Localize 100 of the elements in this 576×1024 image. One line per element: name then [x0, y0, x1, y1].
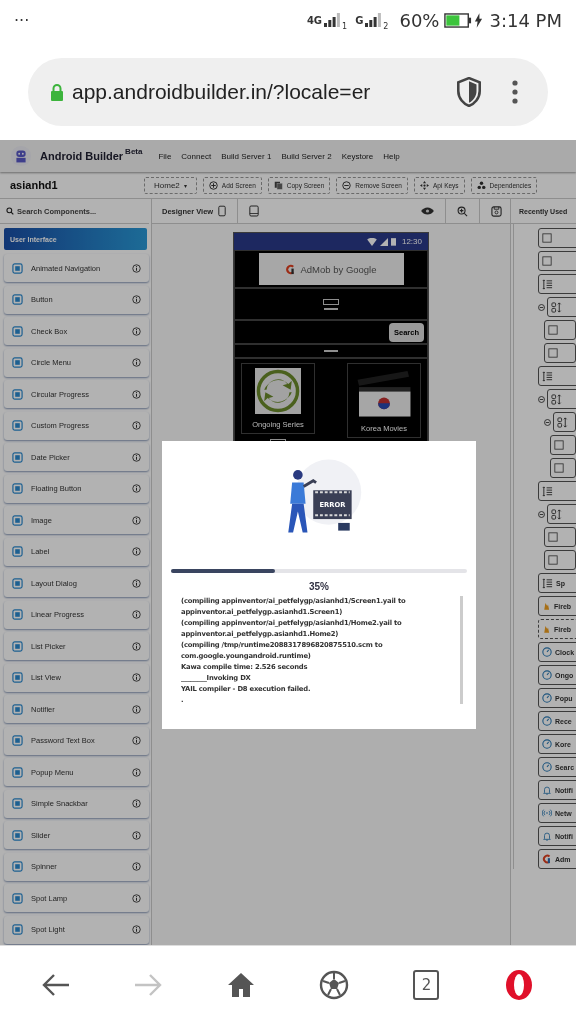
info-icon[interactable]: [132, 830, 141, 840]
info-icon[interactable]: [132, 673, 141, 682]
collapse-icon[interactable]: [538, 303, 545, 311]
table-icon: [551, 508, 562, 520]
box-icon: [548, 555, 558, 565]
info-icon[interactable]: [132, 484, 141, 493]
address-bar[interactable]: app.androidbuilder.in/?locale=er: [28, 58, 548, 126]
info-icon[interactable]: [132, 421, 141, 430]
component-icon: [12, 262, 23, 274]
menu-item[interactable]: Connect: [181, 151, 212, 161]
info-icon[interactable]: [132, 452, 141, 462]
info-icon[interactable]: [132, 893, 141, 903]
battery-icon: [390, 237, 396, 246]
opera-button[interactable]: [503, 969, 534, 1001]
charging-icon: [474, 12, 484, 28]
info-icon[interactable]: [132, 736, 141, 745]
collapse-icon[interactable]: [544, 418, 551, 426]
tablet-icon[interactable]: [249, 205, 260, 217]
menu-item[interactable]: Build Server 2: [281, 151, 332, 161]
info-icon[interactable]: [132, 326, 141, 336]
shield-icon[interactable]: [456, 77, 482, 107]
copy-icon: [273, 180, 283, 190]
vertical-list-icon: [542, 370, 553, 382]
bell-icon: [542, 831, 552, 841]
info-icon[interactable]: [132, 295, 141, 304]
component-node[interactable]: [550, 458, 576, 478]
back-button[interactable]: [42, 973, 71, 997]
save-icon[interactable]: [491, 205, 502, 217]
table-icon: [551, 301, 562, 313]
box-icon: [548, 532, 558, 542]
wifi-icon: [366, 237, 377, 246]
info-icon[interactable]: [132, 704, 141, 714]
component-icon: [12, 388, 23, 400]
bell-icon: [542, 785, 552, 795]
info-icon[interactable]: [132, 515, 141, 525]
info-icon[interactable]: [132, 799, 141, 808]
menu-item[interactable]: Build Server 1: [221, 151, 272, 161]
component-icon: [12, 798, 23, 809]
battery-percent: 60%: [399, 9, 440, 31]
component-node[interactable]: [544, 550, 576, 570]
menu-item[interactable]: File: [158, 151, 172, 161]
zoom-in-icon[interactable]: [457, 205, 468, 217]
ball-button[interactable]: [319, 970, 350, 1000]
box-icon: [542, 233, 552, 243]
info-icon[interactable]: [132, 547, 141, 556]
info-icon[interactable]: [132, 767, 141, 777]
component-node[interactable]: [544, 343, 576, 363]
component-icon: [12, 294, 23, 305]
info-icon[interactable]: [132, 263, 141, 273]
clock-icon: [542, 716, 552, 726]
lock-icon: [50, 83, 64, 101]
home-button[interactable]: [226, 972, 255, 998]
phone-time: 12:30: [401, 237, 422, 246]
component-node[interactable]: [550, 435, 576, 455]
info-icon[interactable]: [132, 610, 141, 619]
ad-banner: AdMob by Google: [258, 253, 404, 285]
signal-icon: [324, 13, 341, 27]
box-icon: [554, 463, 564, 473]
tab-count-button[interactable]: 2: [413, 970, 440, 1000]
info-icon[interactable]: [132, 578, 141, 588]
clock-icon: [542, 647, 552, 657]
flame-icon: [542, 601, 551, 611]
table-icon: [551, 393, 562, 405]
beta-label: Beta: [125, 147, 143, 156]
component-node[interactable]: [544, 320, 576, 340]
collapse-icon[interactable]: [538, 510, 545, 518]
search-icon: [6, 207, 14, 215]
info-icon[interactable]: [132, 925, 141, 934]
clock-icon: [542, 739, 552, 749]
clock-icon: [542, 762, 552, 772]
component-node[interactable]: [544, 527, 576, 547]
info-icon[interactable]: [132, 641, 141, 651]
battery-icon: [444, 12, 473, 28]
menu-item[interactable]: Keystore: [341, 151, 374, 161]
collapse-icon[interactable]: [538, 395, 545, 403]
box-icon: [542, 256, 552, 266]
menu-item[interactable]: Help: [383, 151, 400, 161]
component-icon: [12, 357, 23, 368]
component-node[interactable]: [553, 412, 576, 432]
project-name: asianhd1: [10, 179, 59, 191]
component-icon: [12, 892, 23, 904]
dots-cluster-icon: [476, 180, 486, 190]
sim-slot: 1: [342, 21, 348, 31]
info-icon[interactable]: [132, 862, 141, 871]
network-type: 4G: [306, 14, 323, 26]
component-icon: [12, 672, 23, 683]
phone-icon[interactable]: [218, 205, 227, 217]
vertical-list-icon: [542, 577, 553, 589]
clock-icon: [542, 693, 552, 703]
box-icon: [554, 440, 564, 450]
signal-icon: [379, 237, 388, 246]
component-icon: [12, 735, 23, 746]
component-icon: [12, 420, 23, 431]
info-icon[interactable]: [132, 389, 141, 399]
component-icon: [12, 546, 23, 557]
add-icon: [208, 180, 218, 190]
notification-dots: ...: [14, 5, 30, 25]
info-icon[interactable]: [132, 358, 141, 367]
eye-icon[interactable]: [421, 207, 434, 215]
more-menu-icon[interactable]: [512, 80, 518, 104]
